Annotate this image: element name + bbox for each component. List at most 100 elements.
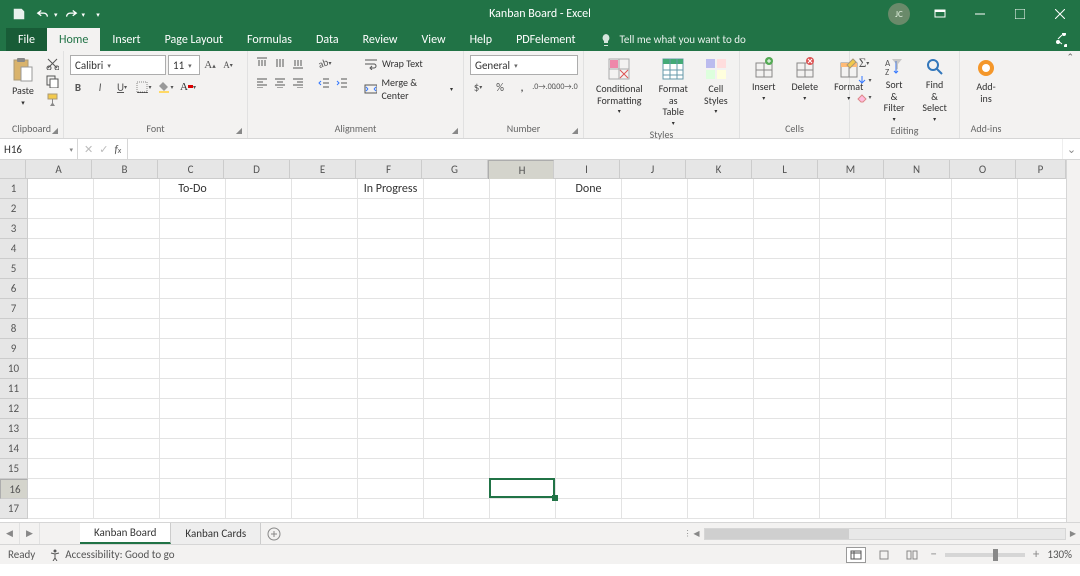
normal-view-icon[interactable]	[846, 547, 866, 563]
cell[interactable]	[28, 419, 94, 439]
cell[interactable]	[820, 319, 886, 339]
increase-indent-icon[interactable]	[334, 75, 350, 91]
cell[interactable]	[424, 439, 490, 459]
cell[interactable]	[688, 359, 754, 379]
cell[interactable]	[490, 279, 556, 299]
cell[interactable]	[556, 299, 622, 319]
cell[interactable]	[556, 259, 622, 279]
cell[interactable]	[952, 259, 1018, 279]
cell[interactable]	[292, 439, 358, 459]
borders-icon[interactable]: ▾	[136, 79, 152, 95]
cell[interactable]	[94, 359, 160, 379]
cell[interactable]	[1018, 479, 1066, 499]
cell[interactable]	[226, 399, 292, 419]
column-header[interactable]: N	[884, 160, 950, 179]
zoom-slider[interactable]	[945, 553, 1025, 557]
new-sheet-button[interactable]	[261, 523, 287, 544]
cell[interactable]	[820, 279, 886, 299]
wrap-text-button[interactable]: Wrap Text	[360, 55, 457, 72]
zoom-out-button[interactable]: −	[930, 547, 936, 562]
cell[interactable]	[94, 279, 160, 299]
cell[interactable]	[292, 199, 358, 219]
cell[interactable]	[424, 339, 490, 359]
cell[interactable]	[1018, 499, 1066, 519]
cell[interactable]	[424, 379, 490, 399]
clear-icon[interactable]: ▾	[856, 89, 872, 105]
italic-button[interactable]: I	[92, 79, 108, 95]
cell[interactable]	[754, 339, 820, 359]
cell[interactable]	[1018, 279, 1066, 299]
cell[interactable]	[490, 459, 556, 479]
cell[interactable]	[226, 479, 292, 499]
cell[interactable]	[28, 499, 94, 519]
cell[interactable]	[424, 459, 490, 479]
cell[interactable]	[688, 279, 754, 299]
row-header[interactable]: 7	[0, 299, 28, 319]
align-right-icon[interactable]	[290, 75, 306, 91]
cell[interactable]	[226, 419, 292, 439]
insert-cells-button[interactable]: Insert▾	[746, 55, 782, 103]
cell[interactable]: To-Do	[160, 179, 226, 199]
cell[interactable]	[292, 399, 358, 419]
cell[interactable]	[28, 319, 94, 339]
cell[interactable]	[820, 479, 886, 499]
cell[interactable]	[424, 499, 490, 519]
dialog-launcher-icon[interactable]: ◢	[233, 125, 245, 137]
cell[interactable]	[292, 379, 358, 399]
cell[interactable]	[1018, 219, 1066, 239]
orientation-icon[interactable]: ab▾	[316, 55, 332, 71]
cell[interactable]	[358, 379, 424, 399]
tell-me-search[interactable]: Tell me what you want to do	[599, 28, 745, 51]
cell[interactable]	[94, 379, 160, 399]
cell[interactable]	[622, 399, 688, 419]
cell[interactable]	[358, 419, 424, 439]
cell[interactable]	[358, 219, 424, 239]
cell[interactable]	[292, 319, 358, 339]
page-break-view-icon[interactable]	[902, 547, 922, 563]
cell[interactable]	[886, 439, 952, 459]
row-header[interactable]: 8	[0, 319, 28, 339]
cell[interactable]	[292, 339, 358, 359]
cell[interactable]	[94, 419, 160, 439]
cell[interactable]	[688, 439, 754, 459]
tab-formulas[interactable]: Formulas	[235, 28, 304, 51]
cell[interactable]	[358, 199, 424, 219]
cell[interactable]	[1018, 199, 1066, 219]
row-header[interactable]: 4	[0, 239, 28, 259]
column-header[interactable]: B	[92, 160, 158, 179]
cell[interactable]	[622, 219, 688, 239]
row-header[interactable]: 6	[0, 279, 28, 299]
row-header[interactable]: 9	[0, 339, 28, 359]
cell[interactable]	[94, 459, 160, 479]
column-header[interactable]: K	[686, 160, 752, 179]
cell[interactable]	[28, 179, 94, 199]
tab-review[interactable]: Review	[351, 28, 410, 51]
cell[interactable]	[820, 419, 886, 439]
vertical-scrollbar[interactable]	[1066, 160, 1080, 522]
cell[interactable]	[358, 399, 424, 419]
paste-button[interactable]: Paste ▾	[6, 55, 40, 109]
cell[interactable]	[622, 379, 688, 399]
cell[interactable]	[952, 439, 1018, 459]
cell[interactable]	[160, 479, 226, 499]
cell[interactable]	[490, 399, 556, 419]
fill-color-icon[interactable]: ▾	[158, 79, 174, 95]
cell[interactable]	[292, 499, 358, 519]
increase-decimal-icon[interactable]: .0→.00	[536, 79, 552, 95]
cell[interactable]	[556, 339, 622, 359]
cell[interactable]	[820, 299, 886, 319]
cell[interactable]	[886, 419, 952, 439]
cell[interactable]	[1018, 319, 1066, 339]
select-all-triangle[interactable]	[0, 160, 26, 179]
cell[interactable]	[952, 499, 1018, 519]
cell[interactable]	[952, 219, 1018, 239]
cell[interactable]	[754, 459, 820, 479]
cell[interactable]	[28, 479, 94, 499]
cell[interactable]	[754, 359, 820, 379]
row-header[interactable]: 2	[0, 199, 28, 219]
cell[interactable]	[226, 379, 292, 399]
cell[interactable]	[1018, 259, 1066, 279]
cell[interactable]	[94, 259, 160, 279]
column-header[interactable]: P	[1016, 160, 1066, 179]
cell[interactable]	[886, 199, 952, 219]
